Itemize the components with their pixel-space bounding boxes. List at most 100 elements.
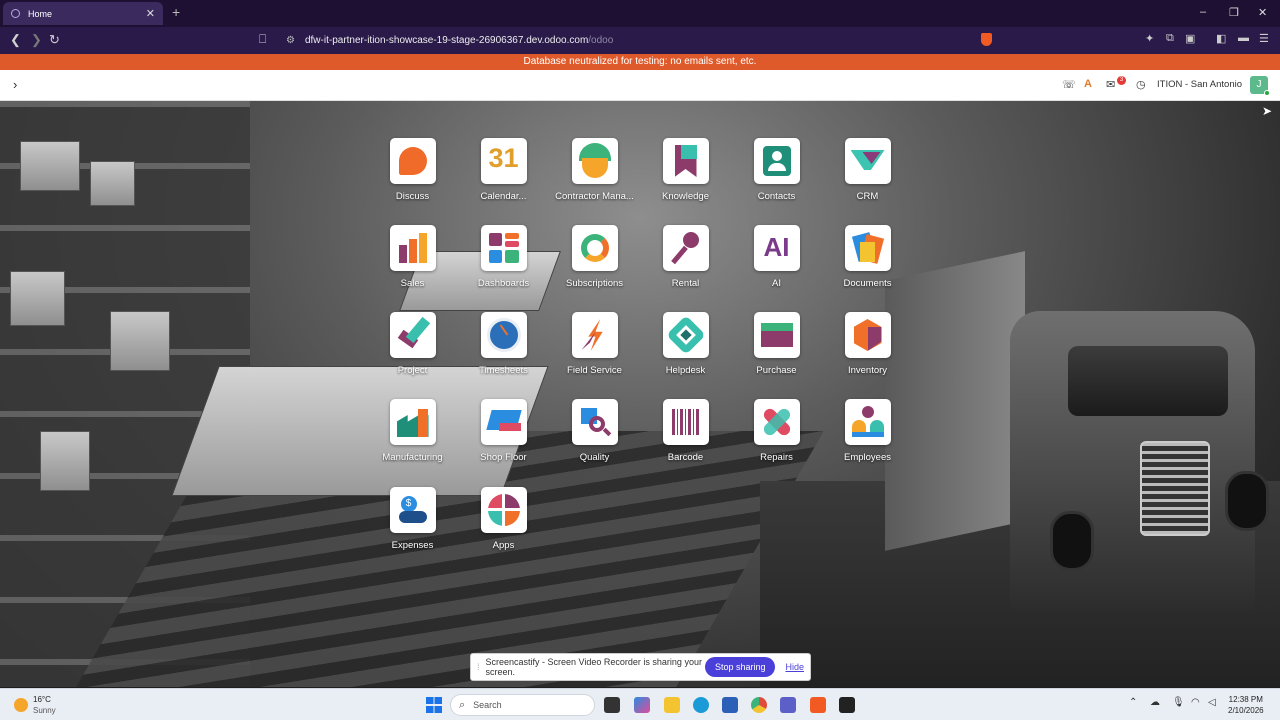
app-barcode[interactable]: Barcode bbox=[640, 399, 731, 479]
edge-icon[interactable] bbox=[693, 697, 709, 713]
hide-link[interactable]: Hide bbox=[785, 662, 804, 672]
reload-icon[interactable]: ↻ bbox=[49, 32, 60, 48]
terminal-icon[interactable] bbox=[839, 697, 855, 713]
chevron-up-icon[interactable]: ⌃ bbox=[1129, 697, 1137, 708]
app-ai[interactable]: AI AI bbox=[731, 225, 822, 305]
app-label: Field Service bbox=[567, 365, 622, 376]
rental-icon bbox=[662, 225, 709, 271]
restore-button[interactable]: ❐ bbox=[1229, 6, 1239, 19]
brave-icon[interactable] bbox=[810, 697, 826, 713]
file-explorer-icon[interactable] bbox=[664, 697, 680, 713]
app-shop-floor[interactable]: Shop Floor bbox=[458, 399, 549, 479]
discuss-icon bbox=[389, 138, 436, 184]
avatar[interactable]: J bbox=[1250, 76, 1270, 96]
app-repairs[interactable]: Repairs bbox=[731, 399, 822, 479]
weather-condition[interactable]: Sunny bbox=[33, 706, 56, 715]
app-discuss[interactable]: Discuss bbox=[367, 138, 458, 218]
task-view-icon[interactable] bbox=[604, 697, 620, 713]
app-dashboards[interactable]: Dashboards bbox=[458, 225, 549, 305]
app-label: Subscriptions bbox=[565, 278, 624, 289]
sidebar-toggle-icon[interactable]: ◧ bbox=[1216, 32, 1226, 45]
app-expenses[interactable]: $ Expenses bbox=[367, 487, 458, 567]
brave-shield-icon[interactable] bbox=[981, 33, 992, 46]
app-helpdesk[interactable]: Helpdesk bbox=[640, 312, 731, 392]
app-employees[interactable]: Employees bbox=[822, 399, 913, 479]
ai-assistant-icon[interactable]: A bbox=[1084, 78, 1092, 90]
chat-icon[interactable]: ✉ bbox=[1106, 78, 1115, 91]
phone-icon[interactable]: ☏ bbox=[1062, 78, 1076, 91]
app-timesheets[interactable]: Timesheets bbox=[458, 312, 549, 392]
app-sales[interactable]: Sales bbox=[367, 225, 458, 305]
activity-clock-icon[interactable]: ◷ bbox=[1136, 78, 1146, 91]
clock-date: 2/10/2026 bbox=[1228, 706, 1264, 715]
new-tab-button[interactable]: + bbox=[172, 4, 180, 20]
shelf-box bbox=[10, 271, 65, 326]
timesheets-icon bbox=[480, 312, 527, 358]
wallet-icon[interactable]: ▣ bbox=[1185, 32, 1195, 45]
app-subscriptions[interactable]: Subscriptions bbox=[549, 225, 640, 305]
app-inventory[interactable]: Inventory bbox=[822, 312, 913, 392]
app-apps[interactable]: Apps bbox=[458, 487, 549, 567]
address-bar[interactable]: ⚙ dfw-it-partner-ition-showcase-19-stage… bbox=[280, 30, 1000, 51]
app-project[interactable]: Project bbox=[367, 312, 458, 392]
windows-start-icon[interactable] bbox=[426, 697, 442, 713]
ai-icon: AI bbox=[753, 225, 800, 271]
app-label: CRM bbox=[856, 191, 879, 202]
app-label: Expenses bbox=[391, 540, 434, 551]
app-quality[interactable]: Quality bbox=[549, 399, 640, 479]
shelf-box bbox=[20, 141, 80, 191]
app-calendar[interactable]: 31 Calendar... bbox=[458, 138, 549, 218]
crm-icon bbox=[844, 138, 891, 184]
close-window-button[interactable]: ✕ bbox=[1258, 6, 1267, 19]
sharing-message: Screencastify - Screen Video Recorder is… bbox=[485, 657, 702, 677]
browser-tab-strip: Home ✕ + – ❐ ✕ bbox=[0, 0, 1280, 27]
minimize-button[interactable]: – bbox=[1200, 6, 1206, 18]
store-icon[interactable] bbox=[722, 697, 738, 713]
online-status-icon bbox=[1264, 90, 1270, 96]
app-purchase[interactable]: Purchase bbox=[731, 312, 822, 392]
url-path: /odoo bbox=[588, 35, 614, 46]
app-documents[interactable]: Documents bbox=[822, 225, 913, 305]
app-label: Manufacturing bbox=[382, 452, 443, 463]
volume-icon[interactable]: ◁ bbox=[1208, 697, 1216, 708]
drag-handle-icon[interactable]: ⁞ bbox=[477, 662, 480, 672]
forward-icon[interactable]: ❯ bbox=[31, 32, 42, 48]
cloud-off-icon[interactable]: ☁ bbox=[1150, 697, 1160, 708]
app-manufacturing[interactable]: Manufacturing bbox=[367, 399, 458, 479]
teams-icon[interactable] bbox=[780, 697, 796, 713]
project-icon bbox=[389, 312, 436, 358]
sun-icon[interactable] bbox=[14, 698, 28, 712]
app-contractor[interactable]: Contractor Mana... bbox=[549, 138, 640, 218]
app-label: Dashboards bbox=[477, 278, 530, 289]
app-crm[interactable]: CRM bbox=[822, 138, 913, 218]
wifi-icon[interactable]: ◠ bbox=[1191, 697, 1200, 708]
microphone-icon[interactable]: 🎙 bbox=[1172, 697, 1185, 708]
tab-home[interactable]: Home ✕ bbox=[3, 2, 163, 25]
documents-icon bbox=[844, 225, 891, 271]
bookmark-icon[interactable]: ⎕ bbox=[259, 32, 266, 47]
app-contacts[interactable]: Contacts bbox=[731, 138, 822, 218]
taskbar-search[interactable]: ⌕ Search bbox=[450, 694, 595, 716]
chevron-right-icon[interactable]: › bbox=[13, 77, 17, 92]
site-settings-icon[interactable]: ⚙ bbox=[286, 35, 295, 46]
app-knowledge[interactable]: Knowledge bbox=[640, 138, 731, 218]
app-label: Project bbox=[397, 365, 428, 376]
stop-sharing-button[interactable]: Stop sharing bbox=[704, 657, 776, 677]
extension-icon[interactable]: ✦ bbox=[1145, 32, 1154, 45]
company-switcher[interactable]: ITION - San Antonio bbox=[1157, 79, 1242, 90]
close-tab-icon[interactable]: ✕ bbox=[146, 7, 155, 20]
app-rental[interactable]: Rental bbox=[640, 225, 731, 305]
windows-taskbar: 16°C Sunny ⌕ Search ⌃ ☁ 🎙 ◠ ◁ 12:38 PM 2… bbox=[0, 688, 1280, 720]
dashboards-icon bbox=[480, 225, 527, 271]
weather-temperature[interactable]: 16°C bbox=[33, 695, 51, 704]
barcode-icon bbox=[662, 399, 709, 445]
taskbar-clock[interactable]: 12:38 PM 2/10/2026 bbox=[1228, 694, 1264, 716]
app-field-service[interactable]: Field Service bbox=[549, 312, 640, 392]
back-icon[interactable]: ❮ bbox=[10, 32, 21, 48]
vpn-icon[interactable]: ▬ bbox=[1238, 32, 1249, 44]
menu-icon[interactable]: ☰ bbox=[1259, 32, 1269, 45]
chrome-icon[interactable] bbox=[751, 697, 767, 713]
repairs-icon bbox=[753, 399, 800, 445]
copilot-icon[interactable] bbox=[634, 697, 650, 713]
puzzle-icon[interactable]: ⧉ bbox=[1166, 32, 1174, 45]
